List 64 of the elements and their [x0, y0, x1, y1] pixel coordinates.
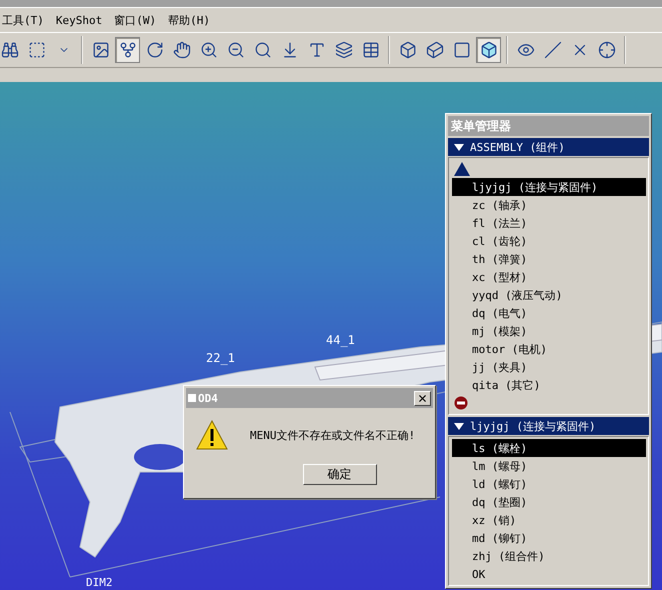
menu-item[interactable]: 工具(T): [2, 12, 44, 28]
rotate-icon: [146, 41, 164, 59]
menu-item[interactable]: 窗口(W): [114, 12, 156, 28]
toolbar-button[interactable]: [476, 37, 501, 63]
dimension-label: 22_1: [206, 351, 235, 365]
eye-icon: [516, 41, 534, 59]
cube-icon: [398, 41, 416, 59]
slash-icon: [544, 41, 562, 59]
dimension-label: 44_1: [326, 333, 355, 347]
app-icon: [188, 394, 196, 402]
section-title: ljyjgj (连接与紧固件): [470, 418, 596, 434]
layers-icon: [334, 41, 352, 59]
caret-down-icon: [454, 422, 464, 430]
binoculars-icon: [0, 41, 18, 59]
dimension-label: DIM2: [86, 576, 112, 589]
cuboid-icon: [426, 41, 444, 59]
zoom-in-icon: [200, 41, 218, 59]
menu-item[interactable]: jj (夹具): [452, 358, 646, 376]
picture-icon: [92, 41, 110, 59]
zoom-out-icon: [226, 41, 244, 59]
panel-title: 菜单管理器: [448, 116, 649, 136]
section-header[interactable]: ASSEMBLY (组件): [448, 138, 649, 156]
menu-item[interactable]: xz (销): [452, 511, 646, 529]
stop-icon[interactable]: [454, 396, 468, 410]
menu-item[interactable]: ld (螺钉): [452, 475, 646, 493]
menu-item[interactable]: qita (其它): [452, 376, 646, 394]
hand-icon: [172, 41, 190, 59]
branch-icon: [118, 41, 136, 59]
crosshair-icon: [598, 41, 616, 59]
menu-item[interactable]: zc (轴承): [452, 196, 646, 214]
dialog-title: OD4: [198, 392, 218, 404]
section-title: ASSEMBLY (组件): [470, 140, 565, 154]
search-icon: [254, 41, 272, 59]
toolbar-button[interactable]: [115, 37, 140, 63]
dashed-box-icon: [28, 41, 46, 59]
warning-icon: [196, 420, 228, 450]
menu-item[interactable]: dq (垫圈): [452, 493, 646, 511]
menu-item[interactable]: zhj (组合件): [452, 547, 646, 565]
menu-item[interactable]: fl (法兰): [452, 214, 646, 232]
square-icon: [452, 41, 470, 59]
menu-item[interactable]: motor (电机): [452, 340, 646, 358]
menu-item[interactable]: ls (螺栓): [452, 439, 646, 457]
close-button[interactable]: [414, 390, 431, 406]
ok-button[interactable]: 确定: [302, 464, 376, 485]
menu-item[interactable]: OK: [452, 565, 646, 583]
menu-item[interactable]: mj (模架): [452, 322, 646, 340]
cube-icon: [480, 41, 498, 59]
section-header[interactable]: ljyjgj (连接与紧固件): [448, 417, 649, 435]
up-triangle-icon[interactable]: [454, 162, 470, 176]
menu-item[interactable]: md (铆钉): [452, 529, 646, 547]
menu-item[interactable]: 帮助(H): [168, 12, 210, 28]
menu-item[interactable]: cl (齿轮): [452, 232, 646, 250]
table-icon: [362, 41, 380, 59]
dialog-message: MENU文件不存在或文件名不正确!: [250, 428, 416, 442]
caret-down-icon: [454, 144, 464, 150]
close-icon: [417, 392, 428, 404]
menu-item[interactable]: lm (螺母): [452, 457, 646, 475]
menu-item[interactable]: dq (电气): [452, 304, 646, 322]
menu-item[interactable]: yyqd (液压气动): [452, 286, 646, 304]
menu-item[interactable]: KeyShot: [56, 14, 102, 26]
menu-item[interactable]: ljyjgj (连接与紧固件): [452, 178, 646, 196]
text-icon: [308, 41, 326, 59]
menu-item[interactable]: th (弹簧): [452, 250, 646, 268]
menu-item[interactable]: xc (型材): [452, 268, 646, 286]
